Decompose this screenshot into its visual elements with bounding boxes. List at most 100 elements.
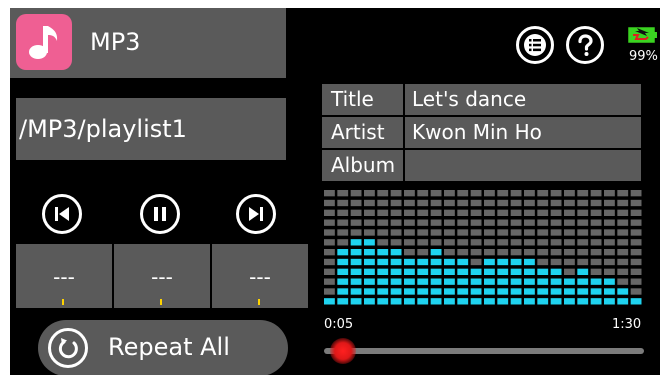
spectrum-segment (364, 219, 375, 226)
spectrum-segment (604, 288, 615, 295)
spectrum-segment (470, 199, 482, 207)
spectrum-segment (630, 219, 642, 226)
spectrum-segment (577, 278, 589, 285)
spectrum-segment (590, 190, 602, 197)
spectrum-segment (537, 258, 549, 266)
spectrum-band (564, 190, 575, 305)
playlist-path-field[interactable]: /MP3/playlist1 (16, 98, 286, 160)
spectrum-segment (497, 258, 509, 266)
spectrum-segment (524, 258, 535, 266)
spectrum-segment (417, 190, 429, 197)
spectrum-segment (350, 288, 362, 295)
counter-marker (258, 299, 260, 305)
spectrum-segment (377, 229, 389, 236)
spectrum-segment (470, 288, 482, 295)
spectrum-segment (484, 239, 495, 246)
spectrum-segment (524, 209, 535, 216)
spectrum-segment (497, 288, 509, 295)
spectrum-segment (537, 229, 549, 236)
next-track-button[interactable] (236, 194, 276, 234)
spectrum-segment (417, 288, 429, 295)
spectrum-segment (564, 239, 575, 246)
spectrum-segment (324, 229, 335, 236)
spectrum-segment (590, 209, 602, 216)
spectrum-segment (377, 239, 389, 246)
spectrum-segment (364, 190, 375, 197)
spectrum-segment (324, 298, 335, 305)
spectrum-segment (537, 268, 549, 275)
spectrum-segment (484, 229, 495, 236)
spectrum-segment (444, 209, 455, 216)
spectrum-band (417, 190, 429, 305)
spectrum-segment (470, 298, 482, 305)
spectrum-segment (510, 229, 522, 236)
spectrum-segment (537, 219, 549, 226)
info-value: Let's dance (405, 84, 641, 115)
spectrum-segment (577, 209, 589, 216)
spectrum-segment (337, 288, 349, 295)
spectrum-segment (577, 199, 589, 207)
spectrum-segment (604, 298, 615, 305)
spectrum-segment (604, 209, 615, 216)
spectrum-band (470, 190, 482, 305)
spectrum-segment (497, 239, 509, 246)
spectrum-segment (470, 219, 482, 226)
spectrum-segment (470, 209, 482, 216)
progress-knob[interactable] (330, 338, 357, 364)
spectrum-segment (444, 229, 455, 236)
spectrum-segment (604, 199, 615, 207)
spectrum-segment (590, 258, 602, 266)
spectrum-segment (457, 268, 469, 275)
spectrum-segment (550, 298, 562, 305)
spectrum-segment (630, 239, 642, 246)
spectrum-segment (484, 258, 495, 266)
spectrum-segment (390, 298, 402, 305)
spectrum-segment (457, 219, 469, 226)
spectrum-segment (564, 219, 575, 226)
spectrum-segment (550, 209, 562, 216)
spectrum-segment (404, 190, 415, 197)
spectrum-segment (377, 288, 389, 295)
spectrum-segment (550, 249, 562, 256)
spectrum-segment (350, 268, 362, 275)
spectrum-band (524, 190, 535, 305)
spectrum-segment (524, 239, 535, 246)
playlist-menu-button[interactable] (516, 26, 554, 64)
spectrum-segment (537, 239, 549, 246)
question-icon (578, 34, 593, 56)
spectrum-band (377, 190, 389, 305)
spectrum-segment (324, 190, 335, 197)
spectrum-segment (617, 229, 629, 236)
spectrum-segment (350, 199, 362, 207)
spectrum-segment (630, 258, 642, 266)
spectrum-segment (577, 239, 589, 246)
spectrum-segment (497, 199, 509, 207)
spectrum-segment (444, 239, 455, 246)
spectrum-segment (617, 249, 629, 256)
spectrum-segment (564, 298, 575, 305)
spectrum-segment (324, 288, 335, 295)
spectrum-segment (364, 288, 375, 295)
spectrum-segment (350, 258, 362, 266)
spectrum-segment (577, 268, 589, 275)
spectrum-segment (350, 249, 362, 256)
spectrum-segment (617, 278, 629, 285)
spectrum-segment (510, 190, 522, 197)
help-button[interactable] (566, 26, 604, 64)
spectrum-segment (564, 190, 575, 197)
spectrum-segment (537, 288, 549, 295)
spectrum-segment (377, 278, 389, 285)
spectrum-segment (404, 219, 415, 226)
spectrum-segment (524, 278, 535, 285)
spectrum-segment (564, 258, 575, 266)
repeat-mode-button[interactable]: Repeat All (38, 320, 288, 375)
spectrum-segment (630, 199, 642, 207)
spectrum-band (630, 190, 642, 305)
progress-track[interactable] (324, 348, 644, 354)
pause-button[interactable] (140, 194, 180, 234)
spectrum-band (337, 190, 349, 305)
skip-previous-icon (55, 207, 69, 221)
music-note-icon (16, 14, 72, 70)
counter-box-3: --- (212, 244, 308, 308)
previous-track-button[interactable] (42, 194, 82, 234)
